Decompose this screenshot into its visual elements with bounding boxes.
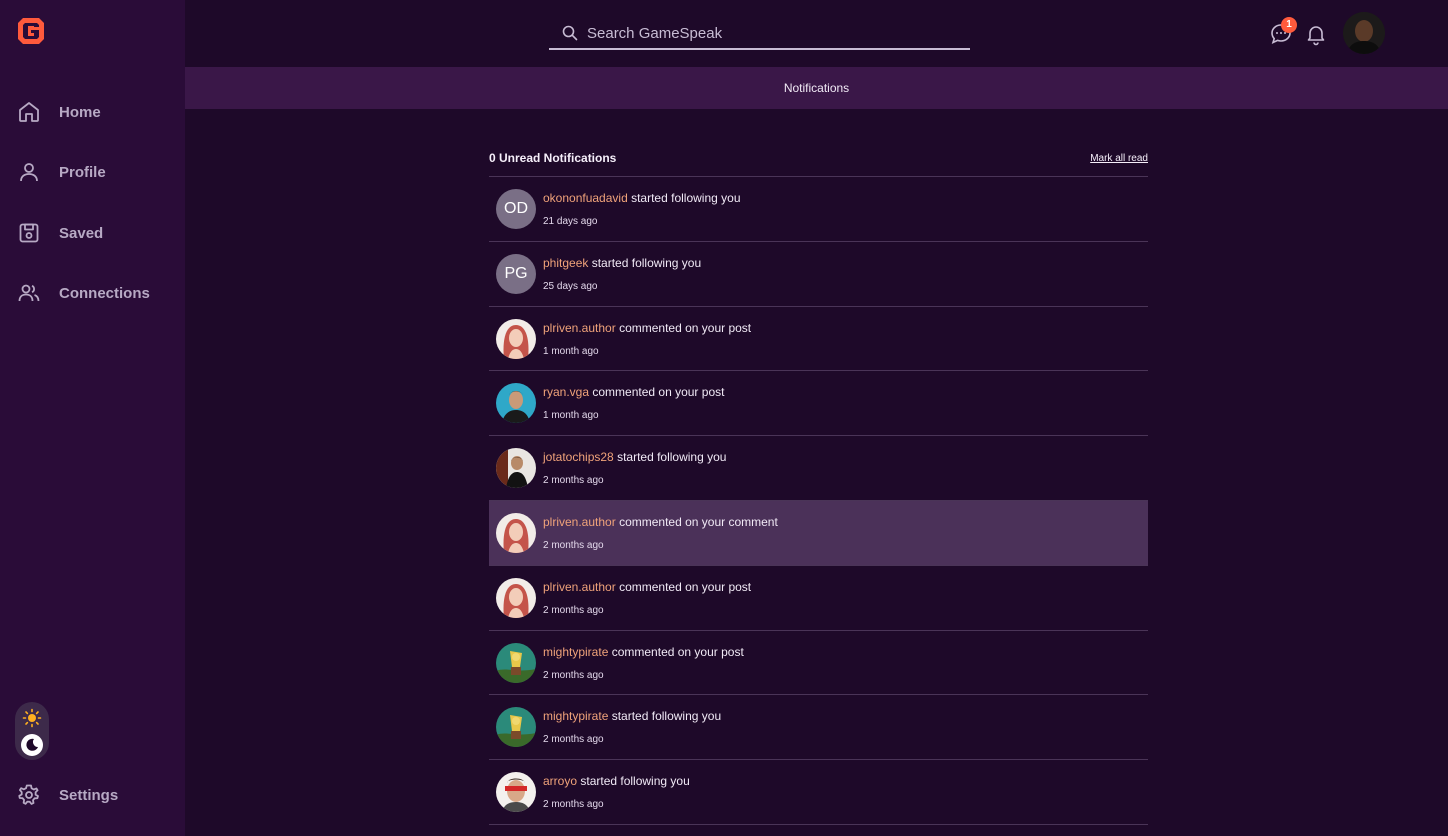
notification-username[interactable]: mightypirate bbox=[543, 645, 608, 659]
notification-item[interactable]: plriven.author commented on your post 2 … bbox=[489, 566, 1148, 631]
notification-item[interactable]: plriven.author commented on your post 1 … bbox=[489, 307, 1148, 372]
search-input[interactable] bbox=[587, 21, 957, 45]
notification-action: started following you bbox=[617, 450, 727, 465]
avatar[interactable]: OD bbox=[496, 189, 536, 229]
notification-time: 1 month ago bbox=[543, 410, 599, 422]
notification-username[interactable]: plriven.author bbox=[543, 515, 616, 529]
notification-username[interactable]: plriven.author bbox=[543, 321, 616, 335]
gear-icon bbox=[18, 784, 39, 805]
notification-item[interactable]: PG phitgeek started following you 25 day… bbox=[489, 242, 1148, 307]
notification-item[interactable]: plriven.author commented on your comment… bbox=[489, 500, 1148, 566]
notification-time: 25 days ago bbox=[543, 280, 598, 292]
notification-item[interactable]: jotatochips28 started following you 2 mo… bbox=[489, 436, 1148, 501]
sidebar-item-label: Connections bbox=[59, 284, 150, 302]
notification-action: started following you bbox=[580, 774, 690, 789]
notification-item[interactable]: OD okononfuadavid started following you … bbox=[489, 177, 1148, 242]
notification-action: commented on your post bbox=[619, 579, 752, 594]
sidebar-item-home[interactable]: Home bbox=[0, 90, 185, 134]
sidebar-item-profile[interactable]: Profile bbox=[0, 150, 185, 194]
dark-mode-button[interactable] bbox=[21, 734, 43, 756]
notification-action: commented on your post bbox=[611, 644, 744, 659]
unread-count: 0 Unread Notifications bbox=[489, 151, 617, 165]
notification-time: 2 months ago bbox=[543, 734, 604, 746]
notification-item[interactable]: mightypirate commented on your post 2 mo… bbox=[489, 631, 1148, 696]
sun-icon[interactable] bbox=[22, 708, 42, 728]
notification-time: 2 months ago bbox=[543, 604, 604, 616]
save-icon bbox=[19, 223, 39, 243]
avatar[interactable] bbox=[496, 772, 536, 813]
avatar[interactable] bbox=[496, 707, 536, 748]
notification-item[interactable]: arroyo started following you 2 months ag… bbox=[489, 760, 1148, 825]
mark-all-read-link[interactable]: Mark all read bbox=[1090, 153, 1148, 164]
notification-item[interactable]: mightypirate started following you 2 mon… bbox=[489, 695, 1148, 761]
notification-action: started following you bbox=[591, 255, 702, 270]
sidebar-item-saved[interactable]: Saved bbox=[0, 211, 185, 255]
sidebar: Home Profile Saved Connections Settings bbox=[0, 0, 185, 836]
moon-icon bbox=[26, 738, 38, 751]
notifications-panel: 0 Unread Notifications Mark all read OD … bbox=[489, 140, 1148, 825]
avatar[interactable] bbox=[496, 383, 536, 424]
notification-action: commented on your post bbox=[592, 385, 725, 400]
avatar[interactable] bbox=[496, 642, 536, 683]
notification-action: started following you bbox=[611, 709, 722, 724]
notification-time: 1 month ago bbox=[543, 345, 599, 357]
notification-username[interactable]: arroyo bbox=[543, 774, 577, 788]
search-icon bbox=[562, 25, 578, 41]
sidebar-item-label: Home bbox=[59, 103, 101, 121]
avatar[interactable]: PG bbox=[496, 253, 536, 294]
user-avatar[interactable] bbox=[1343, 12, 1385, 54]
sidebar-item-connections[interactable]: Connections bbox=[0, 271, 185, 315]
notification-action: started following you bbox=[631, 191, 741, 205]
notification-username[interactable]: mightypirate bbox=[543, 709, 608, 723]
notification-time: 2 months ago bbox=[543, 669, 604, 681]
notification-username[interactable]: jotatochips28 bbox=[543, 450, 614, 464]
notification-action: commented on your comment bbox=[619, 514, 778, 529]
notification-time: 21 days ago bbox=[543, 216, 598, 227]
sidebar-item-label: Saved bbox=[59, 224, 104, 242]
avatar[interactable] bbox=[496, 448, 536, 489]
sidebar-item-settings[interactable]: Settings bbox=[0, 773, 185, 817]
gamespeak-logo-icon[interactable] bbox=[16, 16, 46, 46]
notification-time: 2 months ago bbox=[543, 539, 604, 551]
notification-item[interactable]: ryan.vga commented on your post 1 month … bbox=[489, 371, 1148, 437]
notifications-header: 0 Unread Notifications Mark all read bbox=[489, 140, 1148, 177]
notification-action: commented on your post bbox=[619, 320, 752, 335]
top-bar: 1 bbox=[185, 0, 1448, 67]
notification-time: 2 months ago bbox=[543, 799, 604, 811]
search-bar bbox=[549, 18, 970, 50]
avatar[interactable] bbox=[496, 577, 536, 618]
home-icon bbox=[19, 102, 39, 122]
notification-time: 2 months ago bbox=[543, 475, 604, 487]
sidebar-item-label: Settings bbox=[59, 786, 119, 804]
avatar[interactable] bbox=[496, 318, 536, 359]
page-title: Notifications bbox=[185, 67, 1448, 109]
theme-toggle[interactable] bbox=[15, 702, 49, 760]
notification-username[interactable]: plriven.author bbox=[543, 580, 616, 594]
notification-username[interactable]: ryan.vga bbox=[543, 385, 589, 399]
notification-username[interactable]: phitgeek bbox=[543, 256, 588, 270]
bell-icon[interactable] bbox=[1304, 22, 1328, 46]
chat-badge: 1 bbox=[1281, 17, 1297, 33]
users-icon bbox=[18, 284, 40, 302]
avatar[interactable] bbox=[496, 512, 536, 553]
notification-username[interactable]: okononfuadavid bbox=[543, 191, 628, 205]
sidebar-item-label: Profile bbox=[59, 163, 106, 181]
user-icon bbox=[20, 163, 38, 182]
